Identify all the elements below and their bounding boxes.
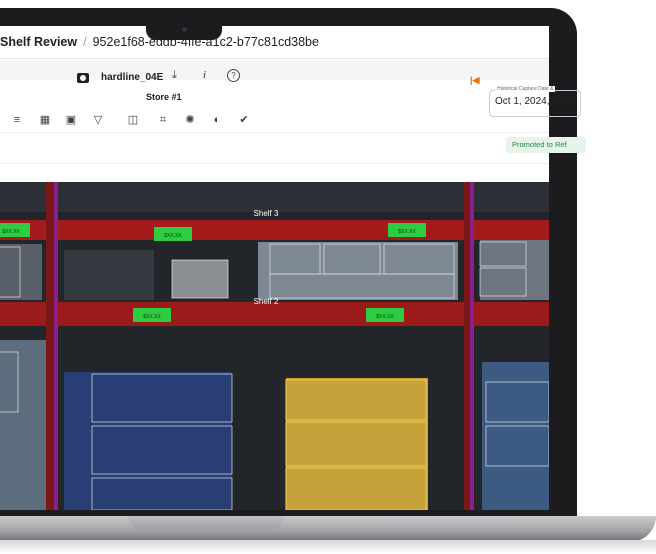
capture-file-name: hardline_04E: [101, 72, 164, 83]
list-view-icon[interactable]: ≡: [10, 113, 24, 127]
shelf-label-upper: Shelf 3: [254, 209, 279, 218]
laptop-lid: Shelf Review / 952e1f68-eddb-4ffe-a1c2-b…: [0, 8, 577, 528]
help-icon[interactable]: ?: [227, 69, 240, 82]
laptop-shadow: [0, 540, 656, 554]
laptop-base: [0, 516, 656, 542]
breadcrumb-shelf-review[interactable]: Shelf Review: [0, 35, 77, 49]
capture-info-bar: [0, 80, 549, 130]
laptop-base-lip: [128, 516, 284, 530]
price-tag-3-text: $XX.XX: [398, 229, 416, 235]
upright-right: [470, 182, 474, 510]
price-tag-2-text: $XX.XX: [164, 233, 182, 239]
palette-icon[interactable]: ✺: [183, 113, 197, 127]
capture-date-value: Oct 1, 2024, 4:39: [495, 96, 572, 107]
app-header: Shelf Review / 952e1f68-eddb-4ffe-a1c2-b…: [0, 26, 549, 59]
image-toolbar: [0, 132, 549, 164]
upright-left: [54, 182, 58, 510]
webcam-icon: [182, 27, 187, 32]
price-tag-1-text: $XX.XX: [2, 229, 20, 235]
image-icon[interactable]: ▣: [64, 113, 78, 127]
check-circle-icon[interactable]: ✔: [237, 113, 251, 127]
capture-date-label: Historical Capture Date &: [495, 86, 556, 92]
shelf-photo-svg: $XX.XX $XX.XX $XX.XX $XX.XX $XX.XX Shelf…: [0, 182, 549, 510]
first-page-icon[interactable]: |◀: [470, 75, 479, 86]
info-icon[interactable]: i: [203, 69, 206, 81]
filter-icon[interactable]: ▽: [91, 113, 105, 127]
shelf-image[interactable]: $XX.XX $XX.XX $XX.XX $XX.XX $XX.XX Shelf…: [0, 182, 549, 510]
store-label: Store #1: [146, 92, 182, 102]
app-screen: Shelf Review / 952e1f68-eddb-4ffe-a1c2-b…: [0, 26, 549, 510]
contrast-icon[interactable]: ◐: [210, 113, 224, 127]
download-icon[interactable]: ⤓: [172, 69, 177, 82]
camera-icon: [77, 73, 89, 83]
grid-view-icon[interactable]: ▦: [38, 113, 52, 127]
price-tag-5-text: $XX.XX: [376, 314, 394, 320]
crop-icon[interactable]: ◫: [126, 113, 140, 127]
camera-notch: [146, 22, 222, 40]
focus-icon[interactable]: ⌗: [156, 113, 170, 127]
price-tag-4-text: $XX.XX: [143, 314, 161, 320]
breadcrumb-separator: /: [83, 35, 87, 49]
promoted-status-badge: Promoted to Ref: [506, 137, 586, 153]
